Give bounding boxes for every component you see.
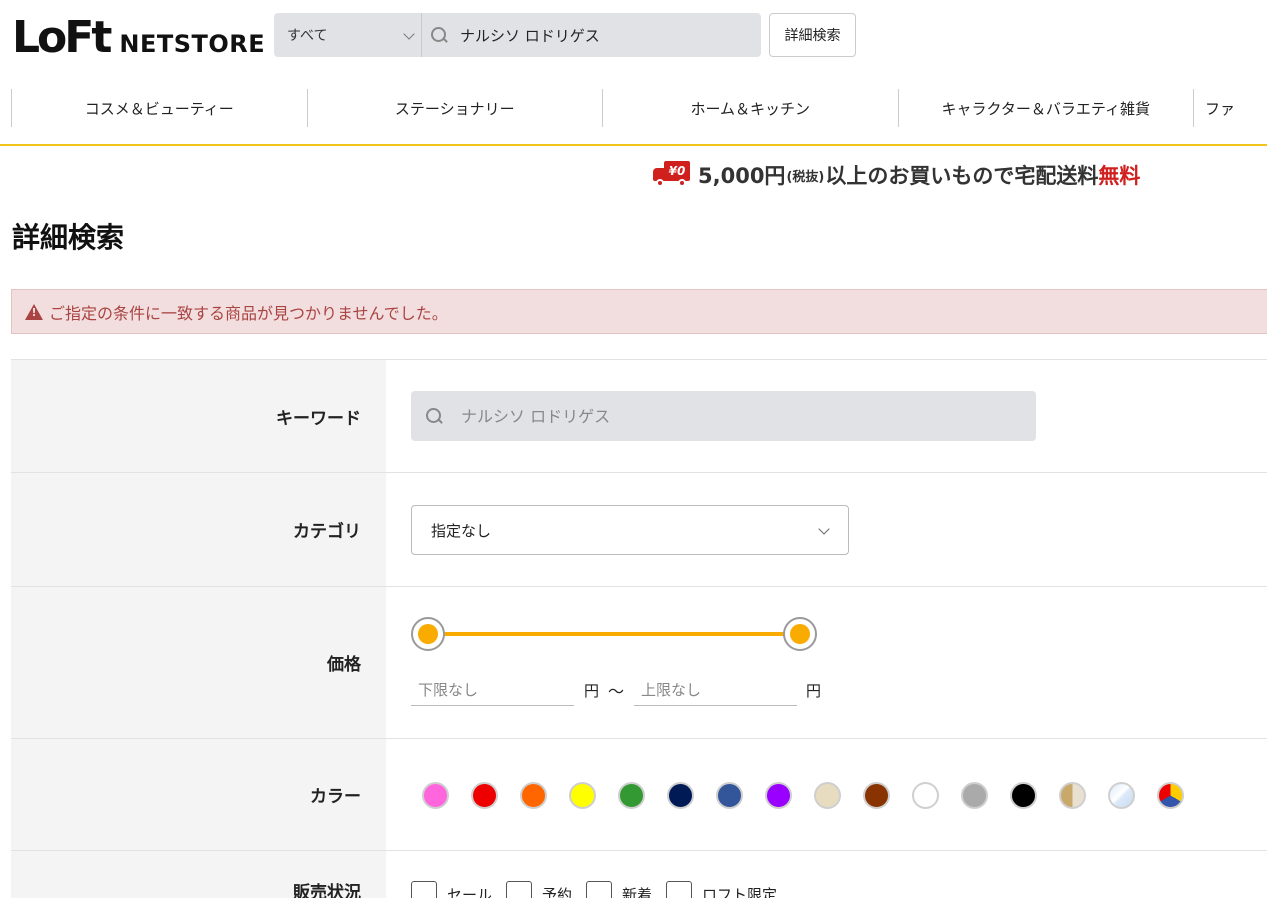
header-search: すべて ナルシソ ロドリゲス	[274, 13, 761, 57]
price-row: 価格 円 〜 円	[11, 586, 1267, 738]
truck-icon: ¥0	[652, 160, 692, 190]
price-slider-min-handle[interactable]	[411, 617, 445, 651]
loft-limited-checkbox[interactable]: ロフト限定	[666, 881, 777, 898]
color-swatch-gold[interactable]	[1059, 782, 1086, 809]
no-results-alert: ご指定の条件に一致する商品が見つかりませんでした。	[11, 289, 1267, 334]
price-slider-max-handle[interactable]	[783, 617, 817, 651]
color-swatch-blue[interactable]	[716, 782, 743, 809]
color-swatch-silver-clear[interactable]	[1108, 782, 1135, 809]
keyword-field	[411, 391, 1036, 441]
sale-status-options: セール 予約 新着 ロフト限定	[411, 881, 791, 898]
checkbox[interactable]	[506, 881, 533, 898]
price-slider[interactable]	[411, 617, 817, 651]
sale-status-label: 販売状況	[11, 851, 386, 898]
checkbox-label: セール	[447, 885, 493, 898]
search-icon	[425, 407, 443, 425]
alert-message: ご指定の条件に一致する商品が見つかりませんでした。	[49, 303, 448, 323]
color-swatch-navy[interactable]	[667, 782, 694, 809]
nav-item-character[interactable]: キャラクター＆バラエティ雑貨	[897, 89, 1194, 127]
checkbox[interactable]	[586, 881, 613, 898]
sale-checkbox[interactable]: セール	[411, 881, 492, 898]
search-scope-select[interactable]: すべて	[274, 13, 422, 57]
nav-item-fashion[interactable]: ファ	[1193, 89, 1267, 127]
color-swatch-gray[interactable]	[961, 782, 988, 809]
page-title: 詳細検索	[12, 221, 125, 254]
nav-divider	[0, 144, 1267, 146]
color-swatch-pink[interactable]	[422, 782, 449, 809]
color-swatches	[422, 782, 1206, 809]
logo[interactable]: LoFt NETSTORE	[12, 12, 266, 63]
keyword-row: キーワード	[11, 359, 1267, 472]
category-selected: 指定なし	[431, 521, 492, 540]
price-slider-track	[427, 632, 801, 636]
nav-item-stationery[interactable]: ステーショナリー	[306, 89, 603, 127]
color-swatch-white[interactable]	[912, 782, 939, 809]
color-swatch-yellow[interactable]	[569, 782, 596, 809]
price-separator: 〜	[608, 682, 625, 701]
color-swatch-multi[interactable]	[1157, 782, 1184, 809]
color-swatch-beige[interactable]	[814, 782, 841, 809]
preorder-checkbox[interactable]: 予約	[506, 881, 572, 898]
chevron-down-icon	[818, 523, 830, 535]
advanced-search-button[interactable]: 詳細検索	[769, 13, 856, 57]
nav-item-cosme[interactable]: コスメ＆ビューティー	[11, 89, 307, 127]
price-max-unit: 円	[806, 682, 822, 700]
price-max-input[interactable]	[634, 674, 797, 706]
shipping-text: 以上のお買いもので宅配送料	[825, 164, 1099, 188]
shipping-tax: (税抜)	[786, 169, 825, 185]
shipping-amount: 5,000円	[698, 164, 786, 188]
category-nav: コスメ＆ビューティー ステーショナリー ホーム＆キッチン キャラクター＆バラエテ…	[0, 89, 1267, 129]
logo-loft: LoFt	[12, 12, 112, 63]
color-swatch-green[interactable]	[618, 782, 645, 809]
checkbox-label: 新着	[622, 885, 653, 898]
checkbox-label: 予約	[542, 885, 573, 898]
keyword-input[interactable]	[461, 406, 1021, 426]
price-label: 価格	[11, 587, 386, 738]
search-input[interactable]: ナルシソ ロドリゲス	[460, 25, 600, 46]
warning-icon	[25, 303, 43, 320]
truck-badge: ¥0	[664, 161, 690, 181]
price-min-unit: 円	[584, 682, 600, 700]
color-swatch-brown[interactable]	[863, 782, 890, 809]
new-arrival-checkbox[interactable]: 新着	[586, 881, 652, 898]
shipping-free: 無料	[1098, 164, 1141, 188]
color-label: カラー	[11, 739, 386, 850]
search-icon[interactable]	[430, 26, 448, 44]
shipping-banner: ¥0 5,000円 (税抜) 以上のお買いもので宅配送料 無料	[652, 160, 1140, 190]
search-scope-value: すべて	[287, 28, 328, 44]
price-min-input[interactable]	[411, 674, 574, 706]
category-label: カテゴリ	[11, 473, 386, 586]
checkbox[interactable]	[666, 881, 693, 898]
advanced-search-form: キーワード カテゴリ 指定なし 価格 円 〜	[11, 359, 1267, 898]
sale-status-row: 販売状況 セール 予約 新着 ロフト限定	[11, 850, 1267, 898]
color-row: カラー	[11, 738, 1267, 850]
color-swatch-purple[interactable]	[765, 782, 792, 809]
color-swatch-orange[interactable]	[520, 782, 547, 809]
category-select[interactable]: 指定なし	[411, 505, 849, 555]
category-row: カテゴリ 指定なし	[11, 472, 1267, 586]
keyword-label: キーワード	[11, 360, 386, 472]
logo-netstore: NETSTORE	[119, 30, 266, 58]
chevron-down-icon	[403, 28, 415, 40]
nav-item-home-kitchen[interactable]: ホーム＆キッチン	[602, 89, 898, 127]
checkbox[interactable]	[411, 881, 437, 898]
color-swatch-red[interactable]	[471, 782, 498, 809]
color-swatch-black[interactable]	[1010, 782, 1037, 809]
checkbox-label: ロフト限定	[702, 885, 778, 898]
